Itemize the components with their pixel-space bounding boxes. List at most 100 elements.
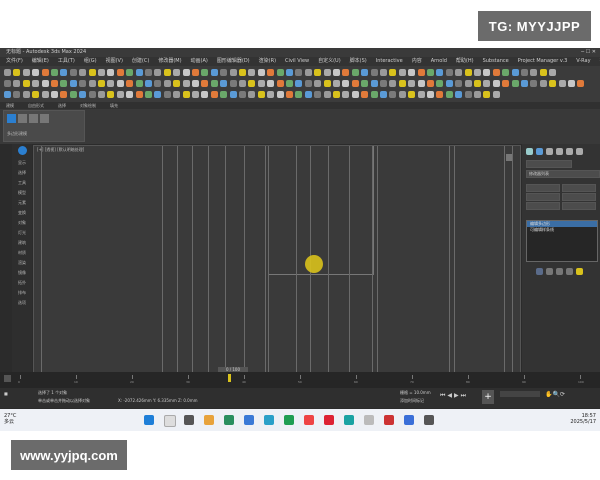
toolbar-tool-icon[interactable]	[492, 91, 500, 98]
left-panel-item[interactable]: 模型	[12, 188, 32, 198]
toolbar-tool-icon[interactable]	[314, 69, 322, 76]
toolbar-tool-icon[interactable]	[22, 91, 30, 98]
toolbar-tool-icon[interactable]	[98, 91, 105, 98]
toolbar-tool-icon[interactable]	[107, 69, 115, 76]
toolbar-tool-icon[interactable]	[361, 80, 369, 87]
toolbar-tool-icon[interactable]	[13, 69, 21, 76]
toolbar-tool-icon[interactable]	[286, 69, 293, 76]
toolbar-tool-icon[interactable]	[41, 80, 49, 87]
perspective-viewport[interactable]	[33, 145, 521, 373]
toolbar-tool-icon[interactable]	[511, 69, 519, 76]
add-time-tag[interactable]: 添加时间标记	[400, 398, 424, 404]
toolbar-tool-icon[interactable]	[79, 69, 87, 76]
ribbon-tab[interactable]: 建模	[6, 103, 14, 108]
modify-tab-icon[interactable]	[536, 148, 543, 155]
toolbar-tool-icon[interactable]	[474, 69, 481, 76]
toolbar-tool-icon[interactable]	[295, 80, 303, 87]
toolbar-tool-icon[interactable]	[145, 69, 152, 76]
rp-button-1[interactable]	[526, 184, 560, 192]
toolbar-tool-icon[interactable]	[483, 69, 491, 76]
toolbar-tool-icon[interactable]	[492, 80, 500, 87]
toolbar-tool-icon[interactable]	[323, 91, 331, 98]
toolbar-tool-icon[interactable]	[427, 91, 434, 98]
make-unique-icon[interactable]	[556, 268, 563, 275]
modifier-stack-item[interactable]: 可编辑样条线	[527, 227, 597, 233]
menu-item[interactable]: 脚本(S)	[350, 58, 367, 64]
scene-explorer-icon[interactable]	[12, 144, 32, 158]
toolbar-tool-icon[interactable]	[483, 80, 491, 87]
toolbar-tool-icon[interactable]	[342, 80, 350, 87]
toolbar-tool-icon[interactable]	[286, 91, 293, 98]
left-panel-item[interactable]: 显示	[12, 158, 32, 168]
toolbar-tool-icon[interactable]	[492, 69, 500, 76]
toolbar-tool-icon[interactable]	[32, 80, 40, 87]
toolbar-tool-icon[interactable]	[22, 69, 30, 76]
toolbar-tool-icon[interactable]	[530, 80, 538, 87]
toolbar-tool-icon[interactable]	[154, 69, 162, 76]
toolbar-tool-icon[interactable]	[295, 91, 303, 98]
menu-item[interactable]: Interactive	[376, 58, 403, 64]
toolbar-tool-icon[interactable]	[220, 91, 228, 98]
toolbar-tool-icon[interactable]	[69, 91, 77, 98]
toolbar-tool-icon[interactable]	[389, 80, 397, 87]
configure-modifier-sets-icon[interactable]	[576, 268, 583, 275]
toolbar-tool-icon[interactable]	[427, 69, 434, 76]
toolbar-tool-icon[interactable]	[483, 91, 491, 98]
toolbar-tool-icon[interactable]	[455, 91, 463, 98]
toolbar-tool-icon[interactable]	[4, 80, 11, 87]
menu-item[interactable]: 内容	[412, 58, 422, 64]
toolbar-tool-icon[interactable]	[173, 69, 181, 76]
remove-modifier-icon[interactable]	[566, 268, 573, 275]
toolbar-tool-icon[interactable]	[201, 91, 209, 98]
toolbar-tool-icon[interactable]	[370, 69, 378, 76]
toolbar-tool-icon[interactable]	[333, 80, 340, 87]
show-end-result-icon[interactable]	[546, 268, 553, 275]
toolbar-tool-icon[interactable]	[398, 80, 406, 87]
menu-item[interactable]: 修改器(M)	[158, 58, 181, 64]
polygon-icon[interactable]	[7, 114, 16, 123]
toolbar-tool-icon[interactable]	[351, 80, 359, 87]
toolbar-tool-icon[interactable]	[220, 69, 228, 76]
toolbar-tool-icon[interactable]	[304, 80, 312, 87]
app-icon-5[interactable]	[384, 415, 394, 425]
app-icon-3[interactable]	[324, 415, 334, 425]
toolbar-tool-icon[interactable]	[210, 69, 218, 76]
toolbar-tool-icon[interactable]	[474, 91, 481, 98]
menu-item[interactable]: 视图(V)	[106, 58, 123, 64]
toolbar-tool-icon[interactable]	[445, 69, 453, 76]
left-panel-item[interactable]: 材质	[12, 248, 32, 258]
hierarchy-tab-icon[interactable]	[546, 148, 553, 155]
app-icon-1[interactable]	[264, 415, 274, 425]
toolbar-tool-icon[interactable]	[41, 91, 49, 98]
toolbar-tool-icon[interactable]	[69, 69, 77, 76]
toolbar-tool-icon[interactable]	[286, 80, 293, 87]
border-icon[interactable]	[40, 114, 49, 123]
vertex-icon[interactable]	[18, 114, 27, 123]
toolbar-tool-icon[interactable]	[342, 91, 350, 98]
toolbar-tool-icon[interactable]	[295, 69, 303, 76]
toolbar-tool-icon[interactable]	[107, 80, 115, 87]
toolbar-tool-icon[interactable]	[182, 69, 190, 76]
system-clock[interactable]: 18:57 2025/5/17	[570, 413, 596, 425]
toolbar-tool-icon[interactable]	[408, 69, 416, 76]
playback-controls[interactable]: ⏮◀▶⏭	[440, 392, 468, 400]
weather-widget[interactable]: 27°C 多云	[4, 413, 16, 425]
toolbar-tool-icon[interactable]	[192, 91, 199, 98]
toolbar-tool-icon[interactable]	[163, 80, 171, 87]
search-icon[interactable]	[164, 415, 176, 427]
toolbar-tool-icon[interactable]	[314, 91, 322, 98]
rp-button-4[interactable]	[562, 193, 596, 201]
toolbar-tool-icon[interactable]	[145, 91, 152, 98]
toolbar-tool-icon[interactable]	[455, 80, 463, 87]
rp-button-3[interactable]	[526, 193, 560, 201]
menu-item[interactable]: Arnold	[431, 58, 447, 64]
toolbar-tool-icon[interactable]	[154, 91, 162, 98]
toolbar-tool-icon[interactable]	[333, 91, 340, 98]
toolbar-tool-icon[interactable]	[257, 80, 265, 87]
toolbar-tool-icon[interactable]	[32, 69, 40, 76]
toolbar-tool-icon[interactable]	[380, 80, 387, 87]
toolbar-tool-icon[interactable]	[98, 69, 105, 76]
object-name-field[interactable]	[526, 160, 572, 168]
ribbon-tab[interactable]: 填充	[110, 103, 118, 108]
create-tab-icon[interactable]	[526, 148, 533, 155]
